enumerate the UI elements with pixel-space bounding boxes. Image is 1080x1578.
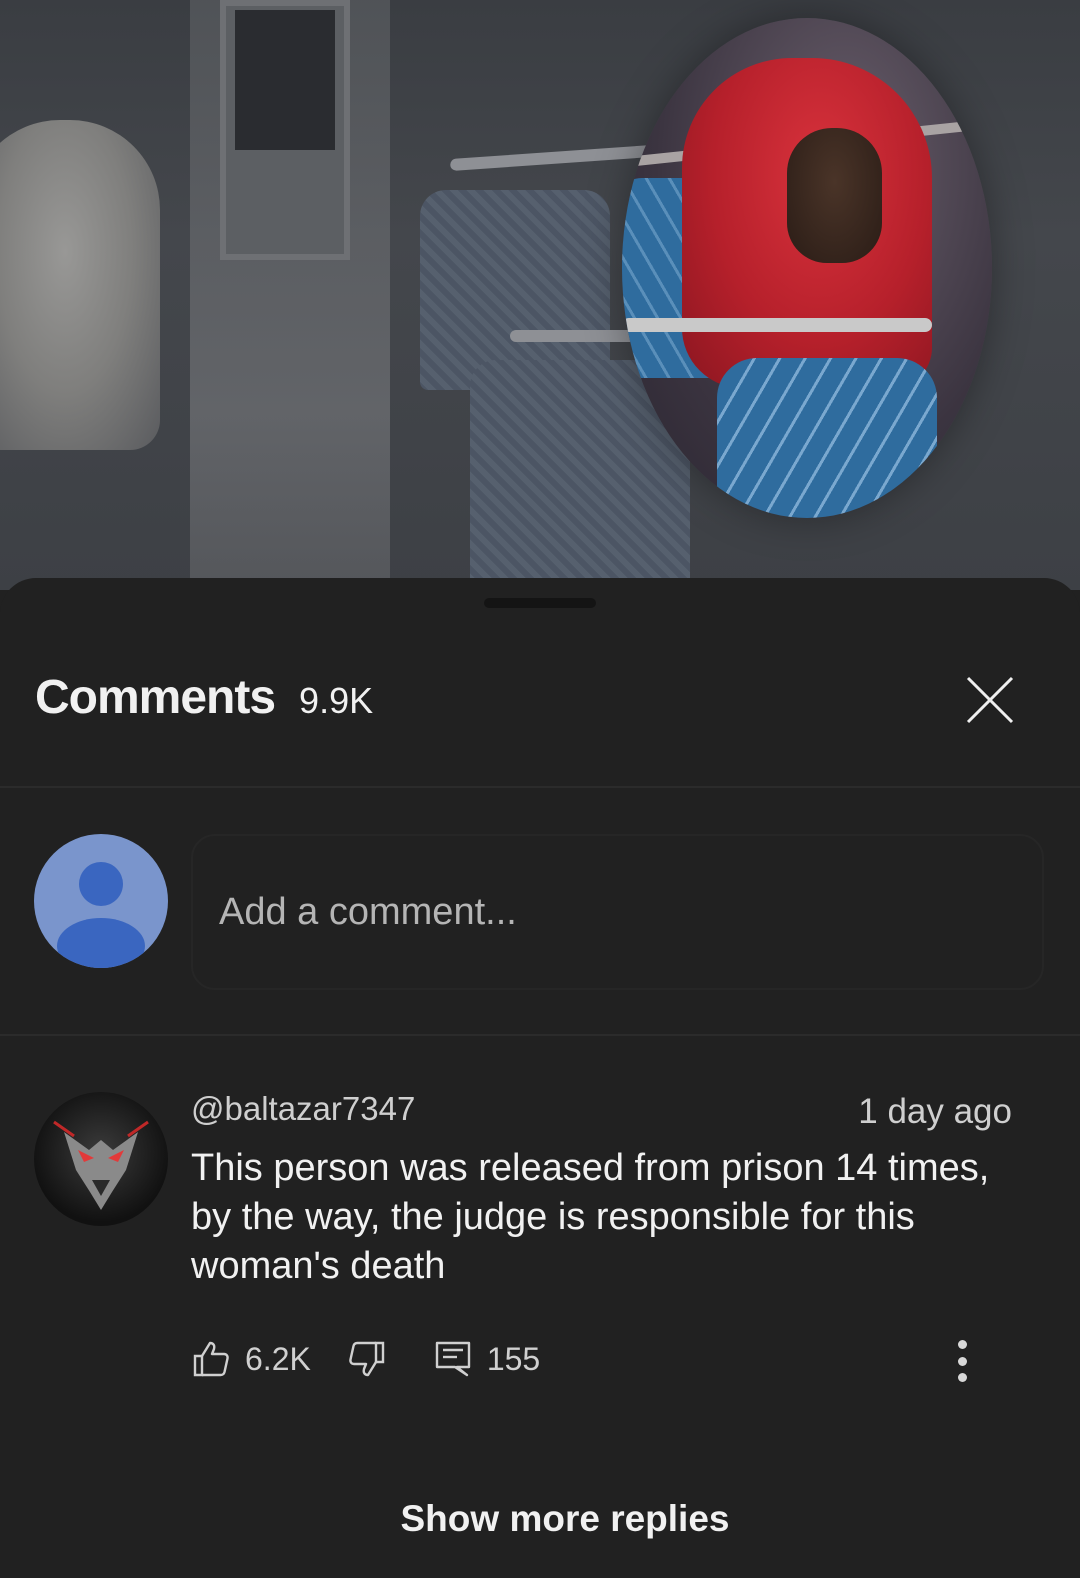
comment-username[interactable]: @baltazar7347 (191, 1090, 415, 1128)
comments-header: Comments 9.9K (35, 670, 1045, 730)
divider (0, 786, 1080, 788)
person-face (787, 128, 882, 263)
dot (957, 1356, 967, 1366)
more-options-button[interactable] (948, 1336, 976, 1386)
reply-button[interactable]: 155 (433, 1339, 540, 1379)
blue-seat (717, 358, 937, 518)
dot (957, 1340, 967, 1349)
dislike-button[interactable] (347, 1339, 387, 1379)
comments-title: Comments (35, 671, 276, 724)
thumbs-down-icon (349, 1341, 385, 1377)
bus-door-window (235, 10, 335, 150)
like-button[interactable]: 6.2K (191, 1339, 311, 1379)
close-button[interactable] (960, 670, 1020, 730)
blurred-passenger (0, 120, 160, 450)
comment-actions: 6.2K 155 (191, 1334, 540, 1384)
seat-rail (622, 318, 932, 332)
like-count: 6.2K (245, 1340, 311, 1377)
current-user-avatar (34, 834, 168, 968)
default-avatar-icon (57, 862, 145, 968)
commenter-avatar[interactable] (34, 1092, 168, 1226)
close-icon (966, 676, 1014, 724)
comments-count: 9.9K (299, 680, 374, 721)
add-comment-input[interactable]: Add a comment... (191, 834, 1044, 990)
highlight-spotlight (622, 18, 992, 518)
show-more-replies-button[interactable]: Show more replies (0, 1498, 1080, 1540)
divider (0, 1034, 1080, 1036)
reply-count: 155 (486, 1340, 541, 1377)
thumbs-up-icon (193, 1341, 229, 1377)
wolf-medallion-icon (53, 1120, 149, 1210)
add-comment-placeholder: Add a comment... (219, 890, 517, 933)
comment-text: This person was released from prison 14 … (191, 1147, 990, 1287)
video-player[interactable] (0, 0, 1080, 590)
drag-handle[interactable] (484, 598, 596, 608)
reply-comment-icon (435, 1341, 471, 1377)
comment-timestamp: 1 day ago (858, 1092, 1012, 1131)
dot (957, 1373, 967, 1382)
comments-sheet: Comments 9.9K Add a comment... @baltazar… (0, 578, 1080, 1578)
